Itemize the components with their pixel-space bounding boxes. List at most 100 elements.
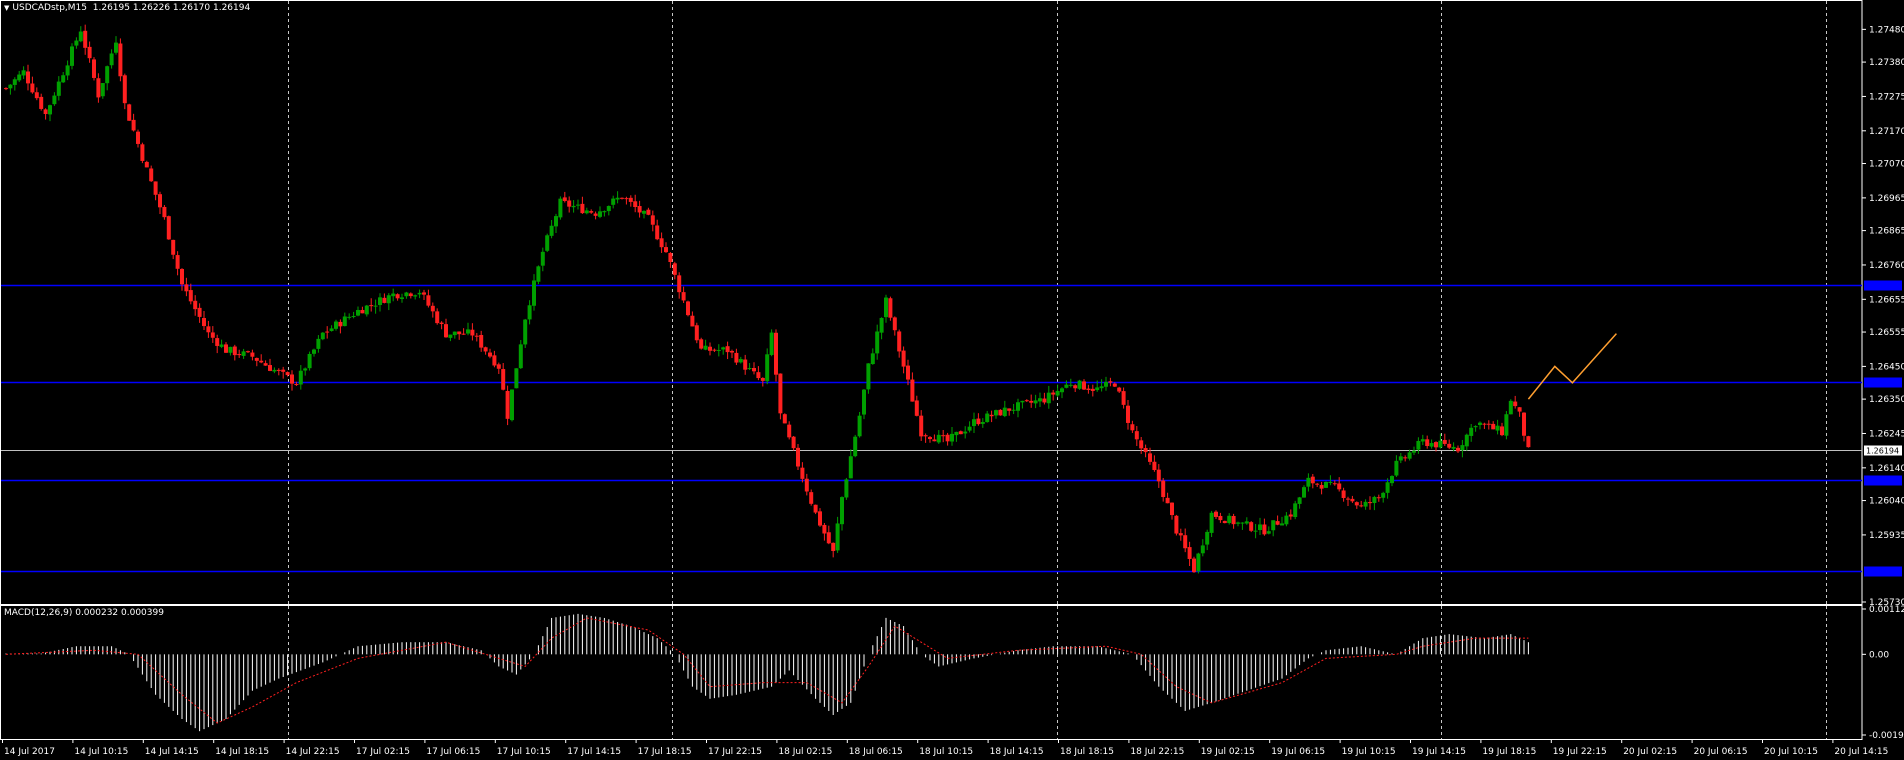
candle-body [941, 435, 946, 437]
candle-body [312, 349, 316, 354]
candle-body [1504, 414, 1509, 436]
candle-body [109, 53, 114, 66]
candle [844, 477, 849, 500]
candle-body [1249, 522, 1254, 531]
candle [562, 191, 567, 203]
candle [1434, 441, 1438, 452]
candle [184, 277, 189, 297]
candle [1192, 556, 1196, 573]
candle [681, 286, 686, 303]
candle [532, 274, 536, 311]
candle [646, 207, 651, 216]
candle [334, 319, 338, 331]
candle [1007, 408, 1012, 416]
candle-body [1178, 533, 1183, 536]
candle [162, 205, 167, 220]
candle-body [906, 365, 910, 380]
candle-body [1473, 426, 1478, 428]
candle-body [694, 325, 699, 341]
candle-body [118, 43, 123, 77]
candle-body [43, 109, 48, 115]
candle [1394, 455, 1399, 477]
candle-body [52, 95, 57, 105]
x-tick-label: 18 Jul 10:15 [919, 747, 973, 757]
candle-body [985, 413, 990, 423]
candle-body [17, 74, 22, 81]
candle [56, 76, 61, 101]
candle-body [730, 350, 734, 353]
candle-body [1434, 442, 1438, 448]
candle-body [796, 447, 800, 467]
candle [892, 316, 897, 336]
candle [1038, 392, 1042, 408]
candle-body [800, 467, 805, 479]
candle-body [232, 346, 237, 356]
candle-body [892, 317, 897, 331]
candle-body [884, 297, 888, 318]
candle-body [624, 198, 629, 200]
candle-body [1293, 503, 1298, 518]
candle-body [1438, 440, 1443, 448]
candle [910, 372, 915, 402]
candle [1447, 439, 1452, 450]
candle [1174, 514, 1179, 536]
candle-body [1284, 515, 1289, 525]
price-chart[interactable]: 1.27480 1.27380 1.27275 1.27170 1.27070 1.269… [0, 0, 1904, 760]
symbol-header[interactable]: ▼ USDCADstp,M15 1.26195 1.26226 1.26170 1… [4, 3, 250, 13]
candle-body [127, 104, 132, 121]
candle-body [1187, 547, 1192, 559]
candle-body [804, 478, 809, 492]
candle-body [945, 434, 950, 442]
candle [901, 346, 906, 374]
candle [452, 331, 457, 339]
candle-body [360, 310, 365, 314]
candle [1231, 513, 1236, 529]
y-tick-label: 1.26760 [1869, 261, 1904, 271]
macd-y-tick-label: -0.001995 [1869, 731, 1904, 741]
x-tick-label: 17 Jul 06:15 [426, 747, 480, 757]
candle-body [21, 70, 26, 76]
candle [92, 57, 96, 81]
candle-body [294, 384, 299, 386]
candle-body [193, 300, 198, 310]
x-tick-label: 14 Jul 22:15 [286, 747, 340, 757]
candle-body [1447, 443, 1452, 448]
candle [378, 293, 382, 312]
candle-body [1033, 400, 1038, 404]
candle [65, 60, 70, 81]
candle-body [936, 434, 941, 443]
candle [276, 368, 281, 376]
candle [1425, 435, 1430, 449]
candle [492, 350, 497, 368]
candle-body [633, 201, 638, 208]
level-price-tag [1864, 475, 1902, 486]
candle-body [853, 436, 858, 457]
candle-body [826, 532, 831, 544]
candle-body [210, 332, 215, 338]
candle-body [1099, 386, 1104, 389]
candle-body [435, 311, 440, 324]
candle-body [1482, 423, 1487, 425]
candle [1341, 487, 1346, 502]
chevron-down-icon[interactable]: ▼ [4, 4, 9, 12]
candle [1306, 473, 1311, 492]
candle-body [743, 359, 748, 370]
candle-body [1346, 498, 1350, 500]
candle [593, 211, 598, 220]
candle-body [386, 295, 391, 304]
x-tick-label: 14 Jul 2017 [4, 747, 55, 757]
candle [1302, 485, 1306, 498]
candle-body [263, 363, 268, 366]
candle-body [83, 30, 88, 48]
candle [114, 36, 118, 55]
candle-body [483, 347, 488, 352]
candle-body [1051, 392, 1056, 395]
candle-body [747, 367, 752, 370]
candle [1024, 399, 1029, 403]
candle [166, 215, 171, 240]
candle [800, 462, 805, 483]
candle-body [549, 225, 554, 236]
candle-body [1024, 400, 1029, 402]
candle [391, 288, 396, 302]
candle [360, 306, 365, 314]
